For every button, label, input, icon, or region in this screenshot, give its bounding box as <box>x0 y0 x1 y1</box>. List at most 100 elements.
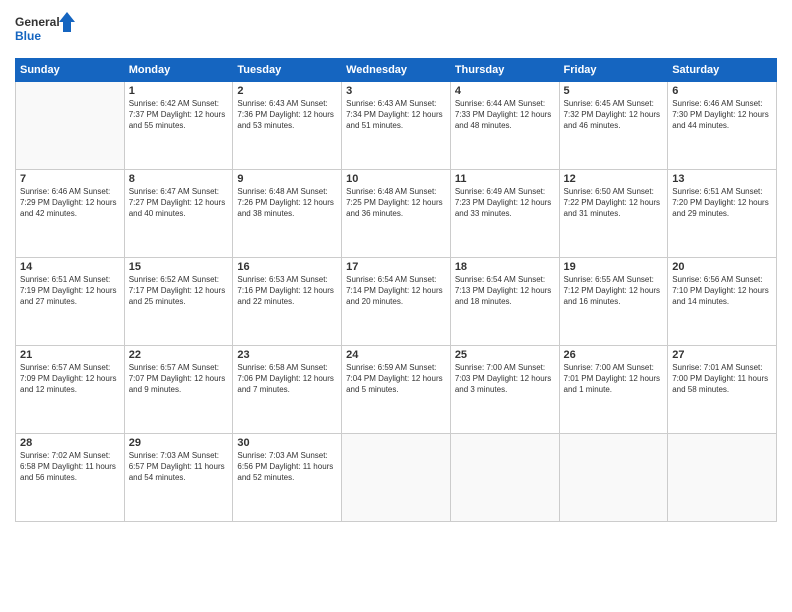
cell-info: Sunrise: 7:03 AM Sunset: 6:56 PM Dayligh… <box>237 451 337 483</box>
day-number: 15 <box>129 261 229 273</box>
day-number: 4 <box>455 85 555 97</box>
day-number: 23 <box>237 349 337 361</box>
calendar-week-5: 28 Sunrise: 7:02 AM Sunset: 6:58 PM Dayli… <box>16 434 777 522</box>
calendar-cell: 11 Sunrise: 6:49 AM Sunset: 7:23 PM Dayli… <box>450 170 559 258</box>
weekday-header-tuesday: Tuesday <box>233 59 342 82</box>
calendar-week-1: 1 Sunrise: 6:42 AM Sunset: 7:37 PM Daylig… <box>16 82 777 170</box>
calendar-cell: 24Sunrise: 6:59 AM Sunset: 7:04 PM Dayli… <box>342 346 451 434</box>
day-number: 8 <box>129 173 229 185</box>
day-number: 28 <box>20 437 120 449</box>
day-number: 17 <box>346 261 446 273</box>
day-number: 3 <box>346 85 446 97</box>
calendar-cell: 6 Sunrise: 6:46 AM Sunset: 7:30 PM Daylig… <box>668 82 777 170</box>
calendar-cell: 4 Sunrise: 6:44 AM Sunset: 7:33 PM Daylig… <box>450 82 559 170</box>
logo: General Blue <box>15 10 75 50</box>
header: General Blue <box>15 10 777 50</box>
day-number: 6 <box>672 85 772 97</box>
calendar-week-4: 21 Sunrise: 6:57 AM Sunset: 7:09 PM Dayli… <box>16 346 777 434</box>
cell-info: Sunrise: 7:00 AM Sunset: 7:01 PM Dayligh… <box>564 363 664 395</box>
weekday-header-thursday: Thursday <box>450 59 559 82</box>
cell-info: Sunrise: 6:58 AM Sunset: 7:06 PM Dayligh… <box>237 363 337 395</box>
calendar-week-2: 7 Sunrise: 6:46 AM Sunset: 7:29 PM Daylig… <box>16 170 777 258</box>
day-number: 18 <box>455 261 555 273</box>
logo-svg: General Blue <box>15 10 75 50</box>
cell-info: Sunrise: 6:51 AM Sunset: 7:19 PM Dayligh… <box>20 275 120 307</box>
svg-text:General: General <box>15 15 60 29</box>
weekday-header-wednesday: Wednesday <box>342 59 451 82</box>
calendar-cell: 10Sunrise: 6:48 AM Sunset: 7:25 PM Dayli… <box>342 170 451 258</box>
calendar-cell: 25 Sunrise: 7:00 AM Sunset: 7:03 PM Dayli… <box>450 346 559 434</box>
cell-info: Sunrise: 6:52 AM Sunset: 7:17 PM Dayligh… <box>129 275 229 307</box>
cell-info: Sunrise: 6:56 AM Sunset: 7:10 PM Dayligh… <box>672 275 772 307</box>
calendar-cell: 5Sunrise: 6:45 AM Sunset: 7:32 PM Daylig… <box>559 82 668 170</box>
day-number: 10 <box>346 173 446 185</box>
day-number: 26 <box>564 349 664 361</box>
day-number: 19 <box>564 261 664 273</box>
calendar-cell: 19Sunrise: 6:55 AM Sunset: 7:12 PM Dayli… <box>559 258 668 346</box>
weekday-header-saturday: Saturday <box>668 59 777 82</box>
day-number: 22 <box>129 349 229 361</box>
calendar-cell: 12 Sunrise: 6:50 AM Sunset: 7:22 PM Dayli… <box>559 170 668 258</box>
weekday-header-monday: Monday <box>124 59 233 82</box>
calendar-cell: 20 Sunrise: 6:56 AM Sunset: 7:10 PM Dayli… <box>668 258 777 346</box>
calendar-cell: 16Sunrise: 6:53 AM Sunset: 7:16 PM Dayli… <box>233 258 342 346</box>
calendar-cell: 23 Sunrise: 6:58 AM Sunset: 7:06 PM Dayli… <box>233 346 342 434</box>
calendar-cell: 2 Sunrise: 6:43 AM Sunset: 7:36 PM Daylig… <box>233 82 342 170</box>
calendar-cell: 27Sunrise: 7:01 AM Sunset: 7:00 PM Dayli… <box>668 346 777 434</box>
cell-info: Sunrise: 6:48 AM Sunset: 7:26 PM Dayligh… <box>237 187 337 219</box>
day-number: 30 <box>237 437 337 449</box>
cell-info: Sunrise: 6:43 AM Sunset: 7:34 PM Dayligh… <box>346 99 446 131</box>
calendar-cell: 13Sunrise: 6:51 AM Sunset: 7:20 PM Dayli… <box>668 170 777 258</box>
cell-info: Sunrise: 6:57 AM Sunset: 7:07 PM Dayligh… <box>129 363 229 395</box>
calendar-cell: 7 Sunrise: 6:46 AM Sunset: 7:29 PM Daylig… <box>16 170 125 258</box>
cell-info: Sunrise: 6:46 AM Sunset: 7:29 PM Dayligh… <box>20 187 120 219</box>
cell-info: Sunrise: 7:03 AM Sunset: 6:57 PM Dayligh… <box>129 451 229 483</box>
svg-text:Blue: Blue <box>15 29 41 43</box>
day-number: 12 <box>564 173 664 185</box>
calendar-cell: 21 Sunrise: 6:57 AM Sunset: 7:09 PM Dayli… <box>16 346 125 434</box>
cell-info: Sunrise: 6:44 AM Sunset: 7:33 PM Dayligh… <box>455 99 555 131</box>
calendar-cell <box>16 82 125 170</box>
calendar-cell <box>342 434 451 522</box>
cell-info: Sunrise: 7:01 AM Sunset: 7:00 PM Dayligh… <box>672 363 772 395</box>
calendar-cell: 14 Sunrise: 6:51 AM Sunset: 7:19 PM Dayli… <box>16 258 125 346</box>
calendar-cell <box>450 434 559 522</box>
weekday-header-friday: Friday <box>559 59 668 82</box>
calendar-cell <box>668 434 777 522</box>
calendar-cell: 8Sunrise: 6:47 AM Sunset: 7:27 PM Daylig… <box>124 170 233 258</box>
calendar-cell: 22 Sunrise: 6:57 AM Sunset: 7:07 PM Dayli… <box>124 346 233 434</box>
day-number: 11 <box>455 173 555 185</box>
calendar-cell: 28 Sunrise: 7:02 AM Sunset: 6:58 PM Dayli… <box>16 434 125 522</box>
calendar-cell: 9 Sunrise: 6:48 AM Sunset: 7:26 PM Daylig… <box>233 170 342 258</box>
cell-info: Sunrise: 6:51 AM Sunset: 7:20 PM Dayligh… <box>672 187 772 219</box>
cell-info: Sunrise: 6:46 AM Sunset: 7:30 PM Dayligh… <box>672 99 772 131</box>
weekday-header-sunday: Sunday <box>16 59 125 82</box>
cell-info: Sunrise: 6:43 AM Sunset: 7:36 PM Dayligh… <box>237 99 337 131</box>
day-number: 7 <box>20 173 120 185</box>
cell-info: Sunrise: 6:49 AM Sunset: 7:23 PM Dayligh… <box>455 187 555 219</box>
day-number: 20 <box>672 261 772 273</box>
calendar-cell: 1 Sunrise: 6:42 AM Sunset: 7:37 PM Daylig… <box>124 82 233 170</box>
cell-info: Sunrise: 6:53 AM Sunset: 7:16 PM Dayligh… <box>237 275 337 307</box>
day-number: 14 <box>20 261 120 273</box>
calendar-table: SundayMondayTuesdayWednesdayThursdayFrid… <box>15 58 777 522</box>
cell-info: Sunrise: 6:54 AM Sunset: 7:14 PM Dayligh… <box>346 275 446 307</box>
day-number: 2 <box>237 85 337 97</box>
cell-info: Sunrise: 6:57 AM Sunset: 7:09 PM Dayligh… <box>20 363 120 395</box>
cell-info: Sunrise: 6:42 AM Sunset: 7:37 PM Dayligh… <box>129 99 229 131</box>
cell-info: Sunrise: 7:00 AM Sunset: 7:03 PM Dayligh… <box>455 363 555 395</box>
day-number: 29 <box>129 437 229 449</box>
cell-info: Sunrise: 7:02 AM Sunset: 6:58 PM Dayligh… <box>20 451 120 483</box>
calendar-cell: 30 Sunrise: 7:03 AM Sunset: 6:56 PM Dayli… <box>233 434 342 522</box>
day-number: 9 <box>237 173 337 185</box>
page: General Blue SundayMondayTuesdayWednesda… <box>0 0 792 612</box>
day-number: 25 <box>455 349 555 361</box>
day-number: 24 <box>346 349 446 361</box>
calendar-cell: 3 Sunrise: 6:43 AM Sunset: 7:34 PM Daylig… <box>342 82 451 170</box>
cell-info: Sunrise: 6:50 AM Sunset: 7:22 PM Dayligh… <box>564 187 664 219</box>
calendar-cell: 18Sunrise: 6:54 AM Sunset: 7:13 PM Dayli… <box>450 258 559 346</box>
day-number: 1 <box>129 85 229 97</box>
calendar-cell: 26 Sunrise: 7:00 AM Sunset: 7:01 PM Dayli… <box>559 346 668 434</box>
weekday-header-row: SundayMondayTuesdayWednesdayThursdayFrid… <box>16 59 777 82</box>
day-number: 21 <box>20 349 120 361</box>
